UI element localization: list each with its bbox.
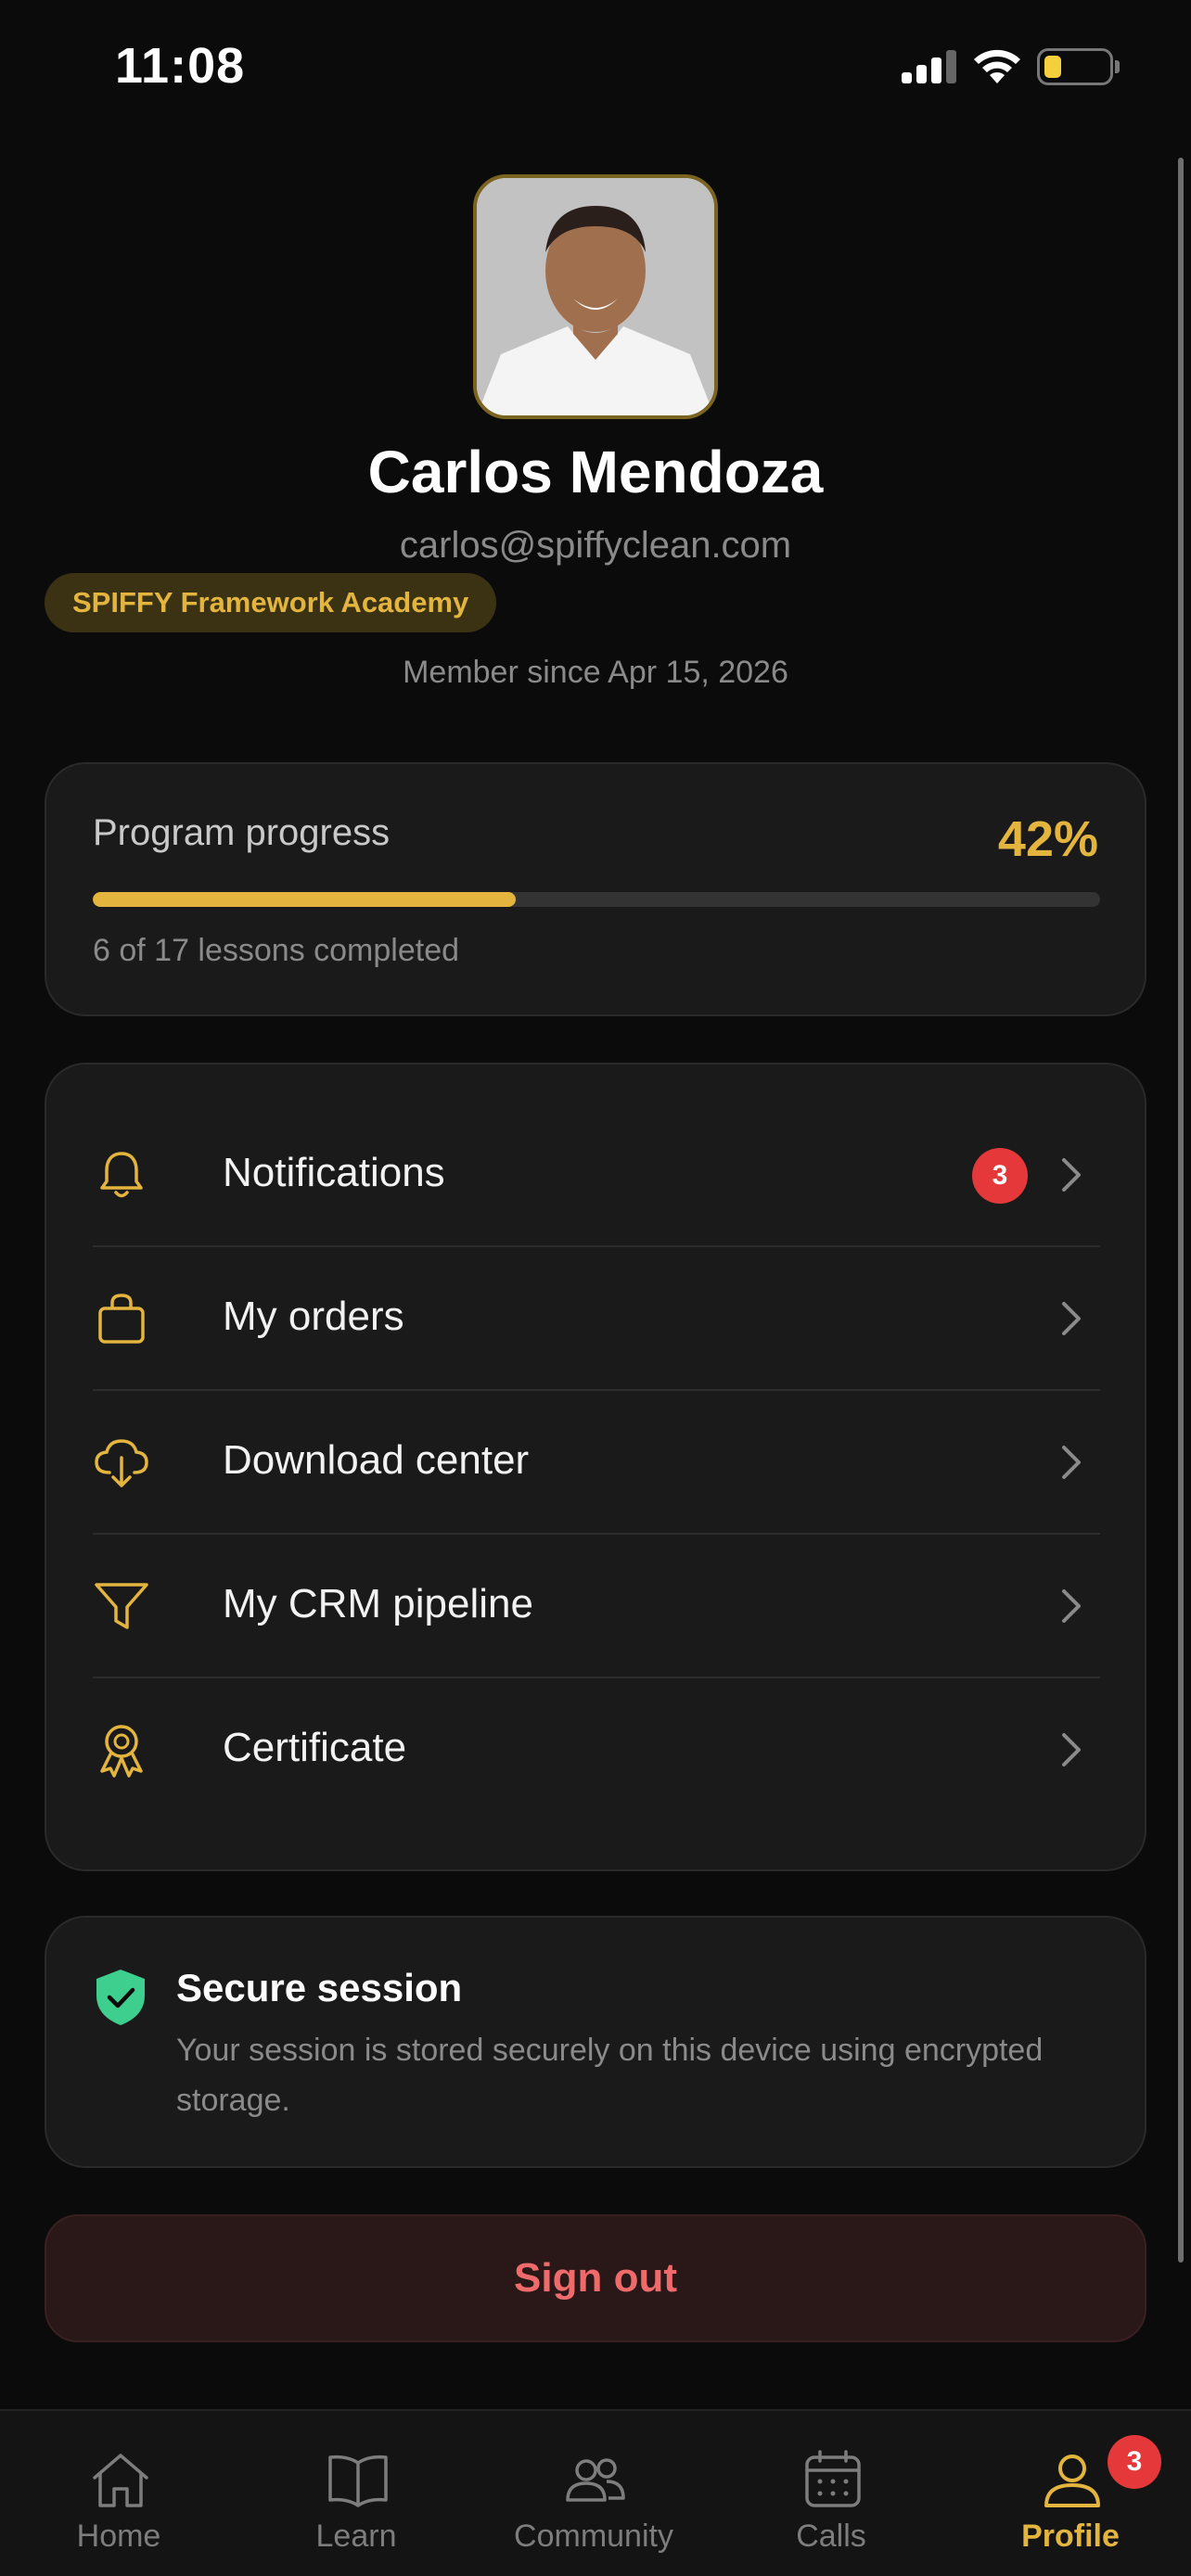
tab-home[interactable]: Home [0,2411,237,2576]
menu-item-download-center[interactable]: Download center [93,1391,1100,1535]
wifi-icon [974,49,1020,83]
tab-community[interactable]: Community [475,2411,712,2576]
profile-screen: 11:08 Carlos Mendoza carlos@spiffyclean. [0,0,1191,2576]
users-icon [566,2458,625,2502]
chevron-right-icon [1062,1446,1081,1479]
menu-item-label: My CRM pipeline [223,1581,533,1626]
user-icon [1044,2455,1100,2507]
status-time: 11:08 [115,38,246,94]
chevron-right-icon [1062,1158,1081,1192]
menu-item-label: Download center [223,1437,530,1483]
bell-icon [100,1152,143,1198]
chevron-right-icon [1062,1589,1081,1623]
tab-label: Home [76,2519,161,2554]
battery-icon [1037,48,1113,85]
tab-learn[interactable]: Learn [237,2411,475,2576]
tab-label: Calls [796,2519,866,2554]
profile-tab-badge: 3 [1108,2435,1161,2489]
chevron-right-icon [1062,1302,1081,1335]
secure-session-card: Secure session Your session is stored se… [45,1916,1146,2168]
tab-calls[interactable]: Calls [712,2411,950,2576]
member-since: Member since Apr 15, 2026 [403,655,788,690]
settings-menu: Notifications 3 My orders Download cente… [45,1063,1146,1871]
menu-item-my-orders[interactable]: My orders [93,1247,1100,1391]
book-icon [328,2455,388,2507]
menu-item-label: Certificate [223,1725,407,1770]
progress-card: Program progress 42% 6 of 17 lessons com… [45,762,1146,1016]
cellular-signal-icon [902,50,957,83]
progress-subtext: 6 of 17 lessons completed [93,933,460,968]
secure-session-title: Secure session [176,1966,463,2009]
funnel-icon [95,1583,148,1629]
progress-label: Program progress [93,812,391,853]
secure-session-text: Your session is stored securely on this … [176,2033,1044,2118]
menu-item-label: My orders [223,1294,404,1339]
menu-item-label: Notifications [223,1150,445,1195]
notification-count-badge: 3 [972,1148,1028,1204]
home-icon [93,2454,148,2507]
avatar-photo [477,178,714,415]
shopping-bag-icon [98,1294,145,1344]
tab-label: Profile [1021,2519,1120,2554]
cloud-download-icon [95,1439,148,1487]
tab-bar: Home Learn Community Calls 3 Profile [0,2409,1191,2576]
avatar [473,174,718,419]
chevron-right-icon [1062,1733,1081,1766]
sign-out-button[interactable]: Sign out [45,2214,1146,2342]
progress-percent: 42% [997,811,1098,867]
tab-profile[interactable]: 3 Profile [952,2411,1189,2576]
tab-label: Community [514,2519,673,2554]
shield-check-icon [96,1970,145,2025]
tab-label: Learn [315,2519,397,2554]
profile-email: carlos@spiffyclean.com [399,525,792,566]
calendar-icon [805,2450,861,2507]
menu-item-certificate[interactable]: Certificate [93,1678,1100,1822]
menu-item-notifications[interactable]: Notifications 3 [93,1103,1100,1247]
progress-bar [93,892,1100,907]
status-bar: 11:08 [0,0,1191,139]
profile-name: Carlos Mendoza [367,439,824,505]
academy-badge: SPIFFY Framework Academy [45,573,497,632]
menu-item-crm-pipeline[interactable]: My CRM pipeline [93,1535,1100,1678]
award-icon [100,1725,143,1778]
progress-bar-fill [93,892,517,907]
